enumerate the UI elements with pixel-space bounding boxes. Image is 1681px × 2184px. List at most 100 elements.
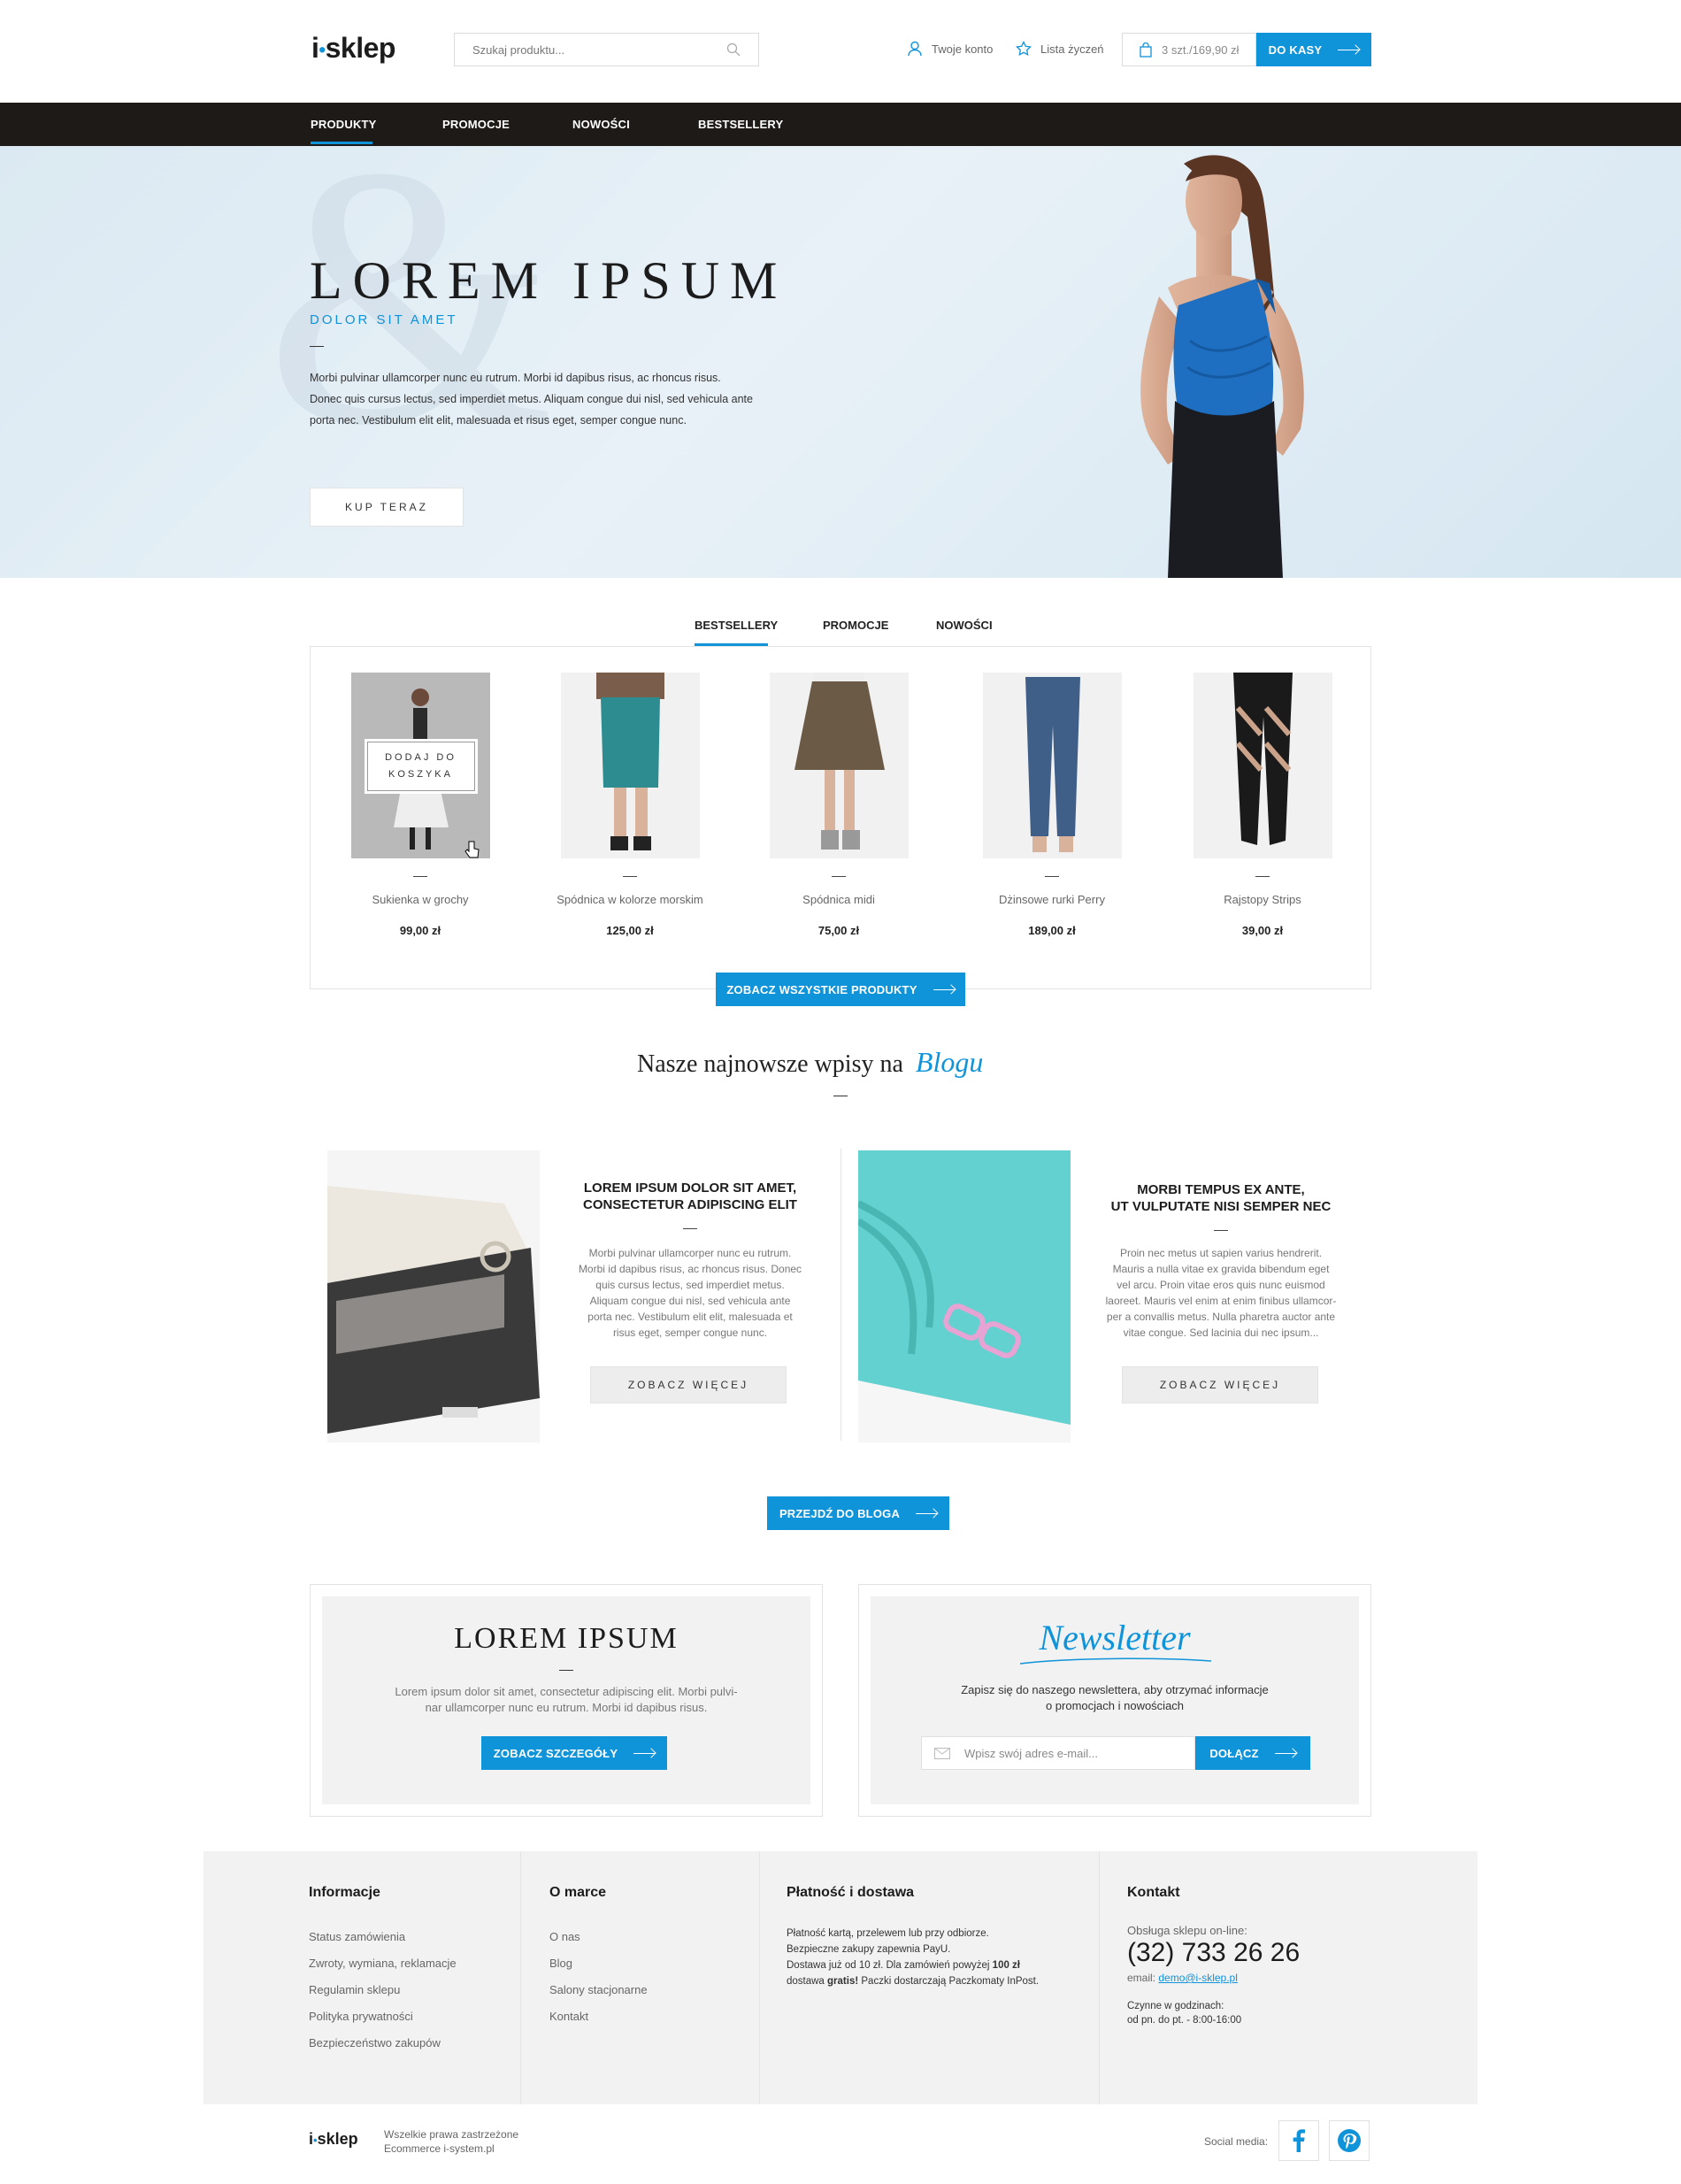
- product-name[interactable]: Dżinsowe rurki Perry: [968, 893, 1136, 906]
- hero-body: Morbi pulvinar ullamcorper nunc eu rutru…: [310, 367, 753, 431]
- promo-text: Lorem ipsum dolor sit amet, consectetur …: [311, 1684, 822, 1716]
- footer-link[interactable]: Polityka prywatności: [309, 2003, 457, 2030]
- payment-text: Dostawa już od 10 zł. Dla zamówień powyż…: [787, 1960, 993, 1971]
- product-card[interactable]: Rajstopy Strips 39,00 zł: [1178, 673, 1347, 937]
- newsletter-join-button[interactable]: DOŁĄCZ: [1195, 1736, 1310, 1770]
- product-divider: [413, 876, 427, 877]
- checkout-button[interactable]: DO KASY: [1256, 33, 1371, 66]
- pinterest-icon: [1338, 2129, 1361, 2152]
- footer-link[interactable]: Kontakt: [549, 2003, 648, 2030]
- product-name[interactable]: Spódnica midi: [755, 893, 923, 906]
- go-to-blog-button[interactable]: PRZEJDŹ DO BLOGA: [767, 1496, 949, 1530]
- footer-link[interactable]: Bezpieczeństwo zakupów: [309, 2030, 457, 2057]
- payment-line: dostawa gratis! Paczki dostarczają Paczk…: [787, 1973, 1039, 1989]
- payment-text: Paczki dostarczają Paczkomaty InPost.: [858, 1976, 1040, 1987]
- footer-link[interactable]: Regulamin sklepu: [309, 1977, 457, 2003]
- arrow-right-icon: [633, 1752, 656, 1754]
- shopping-bag-icon: [1140, 42, 1152, 58]
- product-image[interactable]: [1193, 673, 1332, 858]
- cart-summary[interactable]: 3 szt./169,90 zł: [1122, 33, 1256, 66]
- product-image[interactable]: DODAJ DO KOSZYKA: [350, 673, 490, 858]
- blog-post-title[interactable]: UT VULPUTATE NISI SEMPER NEC: [1088, 1199, 1354, 1214]
- blog-heading-text: Nasze najnowsze wpisy na: [637, 1050, 903, 1078]
- blog-post-title[interactable]: MORBI TEMPUS EX ANTE,: [1088, 1182, 1354, 1197]
- promo-details-button[interactable]: ZOBACZ SZCZEGÓŁY: [481, 1736, 667, 1770]
- tab-nowosci[interactable]: NOWOŚCI: [936, 619, 993, 632]
- product-image[interactable]: [769, 673, 909, 858]
- nav-item-promocje[interactable]: PROMOCJE: [442, 118, 510, 131]
- payment-line: Dostawa już od 10 zł. Dla zamówień powyż…: [787, 1957, 1039, 1973]
- hero-body-line: porta nec. Vestibulum elit elit, malesua…: [310, 414, 687, 427]
- hero-body-line: Morbi pulvinar ullamcorper nunc eu rutru…: [310, 372, 721, 384]
- product-name[interactable]: Sukienka w grochy: [336, 893, 504, 906]
- account-link[interactable]: Twoje konto: [907, 41, 993, 57]
- footer-divider: [759, 1851, 760, 2104]
- add-to-cart-overlay[interactable]: DODAJ DO KOSZYKA: [364, 739, 478, 794]
- buy-now-button[interactable]: KUP TERAZ: [310, 488, 464, 527]
- facebook-button[interactable]: [1278, 2120, 1319, 2161]
- footer-link[interactable]: Blog: [549, 1950, 648, 1977]
- pinterest-button[interactable]: [1329, 2120, 1370, 2161]
- product-card[interactable]: Spódnica midi 75,00 zł: [755, 673, 923, 937]
- copyright-by: Ecommerce i-system.pl: [384, 2142, 495, 2155]
- main-nav: PRODUKTY PROMOCJE NOWOŚCI BESTSELLERY: [0, 103, 1681, 146]
- product-price: 189,00 zł: [1028, 924, 1076, 937]
- read-more-button[interactable]: ZOBACZ WIĘCEJ: [1122, 1366, 1318, 1403]
- see-all-products-button[interactable]: ZOBACZ WSZYSTKIE PRODUKTY: [716, 973, 965, 1006]
- hero-banner: & LOREM IPSUM DOLOR SIT AMET Morbi pulvi…: [0, 146, 1681, 578]
- tab-bestsellery[interactable]: BESTSELLERY: [695, 619, 778, 632]
- product-image[interactable]: [560, 673, 700, 858]
- go-to-blog-label: PRZEJDŹ DO BLOGA: [779, 1506, 901, 1520]
- wishlist-link[interactable]: Lista życzeń: [1016, 41, 1104, 57]
- product-name[interactable]: Rajstopy Strips: [1178, 893, 1347, 906]
- product-image[interactable]: [982, 673, 1122, 858]
- blog-post-title[interactable]: LOREM IPSUM DOLOR SIT AMET,: [557, 1180, 823, 1196]
- product-card[interactable]: Dżinsowe rurki Perry 189,00 zł: [968, 673, 1136, 937]
- promo-title: LOREM IPSUM: [454, 1622, 679, 1655]
- social-label: Social media:: [1204, 2135, 1269, 2148]
- contact-email-link[interactable]: demo@i-sklep.pl: [1158, 1972, 1238, 1984]
- read-more-button[interactable]: ZOBACZ WIĘCEJ: [590, 1366, 787, 1403]
- excerpt-line: laoreet. Mauris vel enim at enim finibus…: [1105, 1295, 1337, 1307]
- promo-divider: [559, 1670, 573, 1671]
- blog-post-image[interactable]: [327, 1150, 540, 1442]
- blog-heading: Nasze najnowsze wpisy na Blogu: [637, 1046, 983, 1079]
- nav-item-nowosci[interactable]: NOWOŚCI: [572, 118, 630, 131]
- nav-item-bestsellery[interactable]: BESTSELLERY: [698, 118, 783, 131]
- contact-phone[interactable]: (32) 733 26 26: [1127, 1938, 1300, 1968]
- skirt-illustration: [595, 673, 664, 850]
- search-input[interactable]: Szukaj produktu...: [472, 43, 726, 57]
- payment-line: Bezpieczne zakupy zapewnia PayU.: [787, 1944, 951, 1955]
- newsletter-title: Newsletter: [1039, 1618, 1191, 1657]
- newsletter-text: Zapisz się do naszego newslettera, aby o…: [859, 1682, 1370, 1714]
- product-card[interactable]: DODAJ DO KOSZYKA Sukienka w grochy 99,00…: [336, 673, 504, 937]
- newsletter-email-field[interactable]: Wpisz swój adres e-mail...: [921, 1736, 1195, 1770]
- search-icon[interactable]: [726, 42, 741, 57]
- logo-text: sklep: [325, 32, 396, 64]
- excerpt-line: vitae congue. Sed lacinia dui nec ipsum.…: [1123, 1327, 1319, 1339]
- product-card[interactable]: Spódnica w kolorze morskim 125,00 zł: [546, 673, 714, 937]
- payment-highlight: gratis!: [827, 1976, 859, 1987]
- footer-link[interactable]: Salony stacjonarne: [549, 1977, 648, 2003]
- arrow-right-icon: [916, 1512, 938, 1514]
- payment-text: dostawa: [787, 1976, 828, 1987]
- search-box[interactable]: Szukaj produktu...: [454, 33, 759, 66]
- jeans-illustration: [1025, 677, 1080, 852]
- footer-link[interactable]: O nas: [549, 1924, 648, 1950]
- excerpt-line: Morbi pulvinar ullamcorper nunc eu rutru…: [588, 1247, 792, 1259]
- blog-post-divider: [1214, 1230, 1228, 1231]
- nav-item-produkty[interactable]: PRODUKTY: [311, 118, 377, 131]
- logo[interactable]: i•sklep: [311, 32, 395, 65]
- footer-logo[interactable]: i•sklep: [309, 2130, 358, 2149]
- footer-heading-payment: Płatność i dostawa: [787, 1885, 915, 1900]
- footer-link[interactable]: Zwroty, wymiana, reklamacje: [309, 1950, 457, 1977]
- blog-post-title[interactable]: CONSECTETUR ADIPISCING ELIT: [557, 1197, 823, 1212]
- star-icon: [1016, 41, 1032, 57]
- footer-link[interactable]: Status zamówienia: [309, 1924, 457, 1950]
- blog-post-image[interactable]: [858, 1150, 1071, 1442]
- newsletter-email-input[interactable]: Wpisz swój adres e-mail...: [964, 1747, 1098, 1760]
- contact-email-line: email: demo@i-sklep.pl: [1127, 1972, 1238, 1984]
- product-name[interactable]: Spódnica w kolorze morskim: [546, 893, 714, 906]
- tab-promocje[interactable]: PROMOCJE: [823, 619, 888, 632]
- payment-highlight: 100 zł: [992, 1960, 1020, 1971]
